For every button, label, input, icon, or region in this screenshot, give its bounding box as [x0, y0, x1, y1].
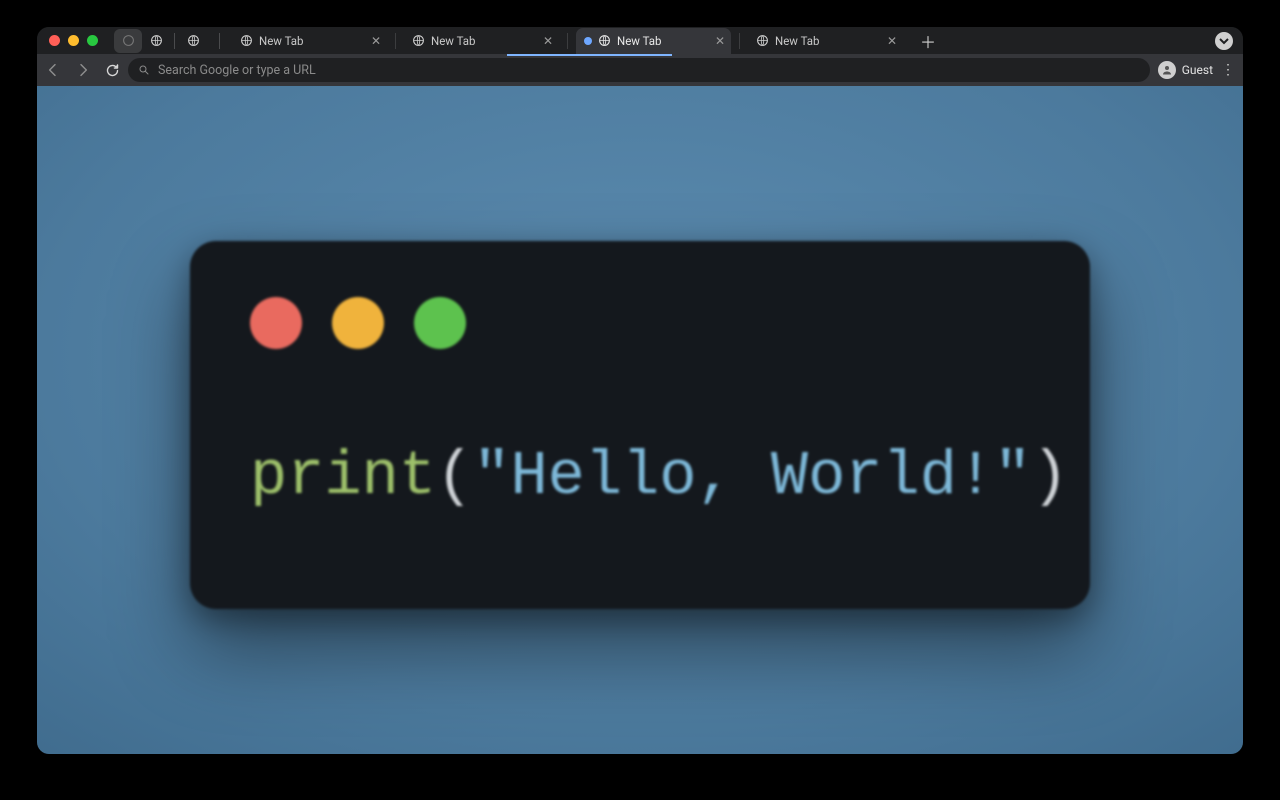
close-icon[interactable]: ✕ [371, 35, 381, 47]
traffic-zoom-icon[interactable] [87, 35, 98, 46]
pinned-tab-1[interactable] [114, 29, 142, 53]
globe-icon [598, 34, 611, 47]
globe-icon [756, 34, 769, 47]
profile-chip[interactable]: Guest [1158, 61, 1213, 79]
tab-0[interactable]: New Tab ✕ [232, 28, 387, 54]
close-icon[interactable]: ✕ [715, 35, 725, 47]
omnibox[interactable]: Search Google or type a URL [128, 58, 1150, 82]
tabs-separator [219, 33, 220, 49]
search-icon [138, 64, 150, 76]
pinned-tab-3[interactable] [179, 29, 207, 53]
menu-button[interactable]: ⋮ [1221, 62, 1235, 78]
tab-label: New Tab [259, 34, 304, 48]
globe-icon [412, 34, 425, 47]
loading-dot-icon [584, 37, 592, 45]
traffic-close-icon[interactable] [49, 35, 60, 46]
pinned-separator [174, 33, 175, 49]
avatar-icon [1158, 61, 1176, 79]
new-tab-button[interactable]: ＋ [917, 30, 939, 52]
card-dot-red-icon [250, 297, 302, 349]
traffic-minimize-icon[interactable] [68, 35, 79, 46]
page-viewport: print("Hello, World!") [37, 86, 1243, 754]
browser-window: New Tab ✕ New Tab ✕ New Tab ✕ New Tab ✕ … [37, 27, 1243, 754]
code-card: print("Hello, World!") [190, 241, 1090, 609]
globe-icon [122, 34, 135, 47]
globe-icon [150, 34, 163, 47]
omnibox-placeholder: Search Google or type a URL [158, 63, 316, 78]
globe-icon [187, 34, 200, 47]
forward-icon[interactable] [75, 62, 91, 78]
code-token-string: "Hello, World!" [473, 441, 1031, 512]
nav-buttons [45, 62, 120, 78]
card-traffic-lights [250, 297, 1030, 349]
tab-label: New Tab [431, 34, 476, 48]
chevron-down-icon [1219, 36, 1229, 46]
profile-label: Guest [1182, 63, 1213, 77]
tab-strip: New Tab ✕ New Tab ✕ New Tab ✕ New Tab ✕ … [37, 27, 1243, 54]
tab-2[interactable]: New Tab ✕ [576, 28, 731, 54]
active-tab-underline [507, 54, 672, 56]
code-token-paren-close: ) [1031, 441, 1068, 512]
code-token-paren-open: ( [436, 441, 473, 512]
tab-label: New Tab [617, 34, 662, 48]
pinned-tabs [114, 29, 207, 53]
toolbar: Search Google or type a URL Guest ⋮ [37, 54, 1243, 86]
code-token-function: print [250, 441, 436, 512]
code-line: print("Hello, World!") [250, 441, 1030, 512]
pinned-tab-2[interactable] [142, 29, 170, 53]
reload-icon[interactable] [105, 63, 120, 78]
card-dot-green-icon [414, 297, 466, 349]
tab-3[interactable]: New Tab ✕ [748, 28, 903, 54]
card-dot-yellow-icon [332, 297, 384, 349]
close-icon[interactable]: ✕ [543, 35, 553, 47]
tab-label: New Tab [775, 34, 820, 48]
tab-1[interactable]: New Tab ✕ [404, 28, 559, 54]
back-icon[interactable] [45, 62, 61, 78]
globe-icon [240, 34, 253, 47]
tabs-overflow-button[interactable] [1215, 32, 1233, 50]
close-icon[interactable]: ✕ [887, 35, 897, 47]
window-traffic-lights [49, 35, 98, 46]
